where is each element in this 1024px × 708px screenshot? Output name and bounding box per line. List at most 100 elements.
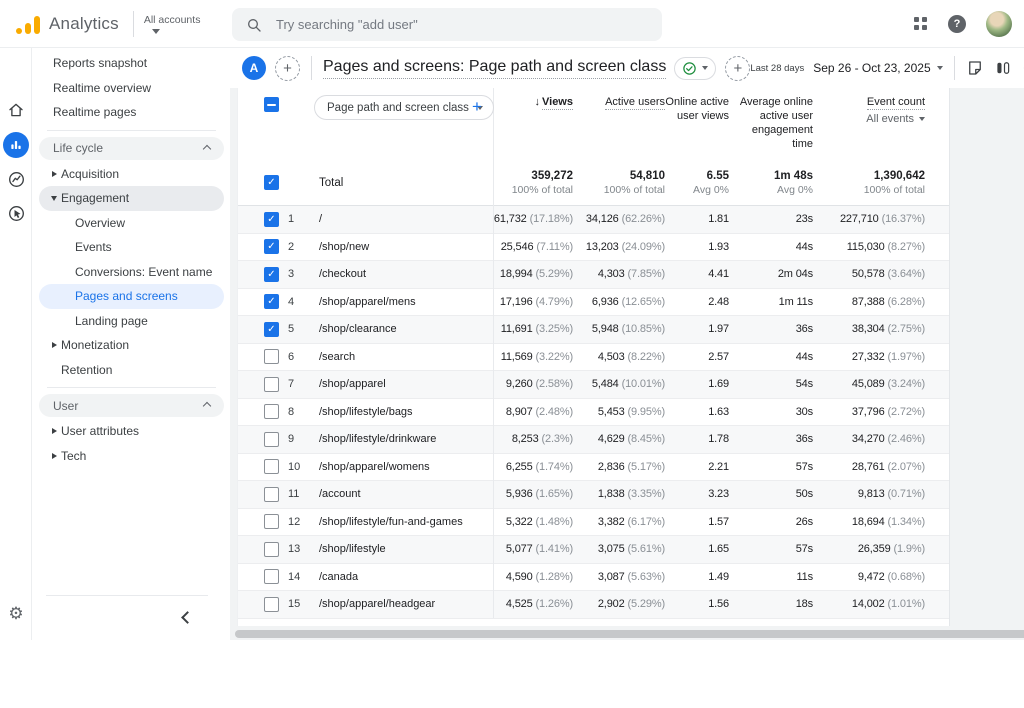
user-avatar[interactable] [986, 11, 1012, 37]
table-row: 15 /shop/apparel/headgear 4,525 (1.26%) … [238, 591, 949, 619]
admin-gear-icon[interactable]: ⚙ [0, 604, 32, 624]
row-checkbox[interactable] [264, 597, 279, 612]
sidebar-item[interactable]: Realtime overview [39, 76, 224, 101]
row-checkbox[interactable] [264, 239, 279, 254]
divider [46, 595, 208, 596]
search-input[interactable] [276, 17, 616, 32]
table-row: 2 /shop/new 25,546 (7.11%) 13,203 (24.09… [238, 234, 949, 262]
row-checkbox[interactable] [264, 349, 279, 364]
table-rows: 1 / 61,732 (17.18%) 34,126 (62.26%) 1.81… [238, 206, 949, 619]
row-checkbox[interactable] [264, 459, 279, 474]
sidebar-item[interactable]: Landing page [39, 309, 224, 334]
row-checkbox[interactable] [264, 267, 279, 282]
report-content: Page path and screen class + ↓Views Acti… [230, 88, 1024, 640]
reports-icon[interactable] [0, 132, 32, 158]
sidebar-item[interactable]: Life cycle [39, 137, 224, 160]
divider [39, 382, 224, 392]
row-checkbox[interactable] [264, 569, 279, 584]
dimension-selector[interactable]: Page path and screen class [314, 95, 494, 120]
total-checkbox[interactable] [264, 175, 279, 190]
caret-icon [47, 342, 61, 348]
sidebar-item[interactable]: Reports snapshot [39, 51, 224, 76]
sort-descending-icon: ↓ [535, 96, 541, 108]
sidebar-items: Reports snapshot Realtime overview Realt… [33, 51, 230, 468]
column-header-active-users[interactable]: Active users [573, 95, 665, 151]
sidebar-item[interactable]: Retention [39, 358, 224, 383]
search-bar[interactable] [232, 8, 662, 41]
caret-icon [47, 453, 61, 459]
horizontal-scrollbar[interactable] [235, 630, 1024, 638]
table-row: 6 /search 11,569 (3.22%) 4,503 (8.22%) 2… [238, 344, 949, 372]
table-row: 1 / 61,732 (17.18%) 34,126 (62.26%) 1.81… [238, 206, 949, 234]
caret-icon [47, 428, 61, 434]
sidebar-item[interactable]: Pages and screens [39, 284, 224, 309]
divider [133, 11, 134, 37]
row-checkbox[interactable] [264, 487, 279, 502]
add-dimension-button[interactable]: + [472, 97, 482, 117]
sidebar-item[interactable]: Monetization [39, 333, 224, 358]
row-checkbox[interactable] [264, 514, 279, 529]
column-header-online-active-user-views[interactable]: Online active user views [665, 95, 729, 151]
table-row: 7 /shop/apparel 9,260 (2.58%) 5,484 (10.… [238, 371, 949, 399]
select-all-checkbox[interactable] [264, 97, 279, 112]
sidebar-item[interactable]: Tech [39, 444, 224, 469]
help-icon[interactable]: ? [948, 15, 966, 33]
table-row: 12 /shop/lifestyle/fun-and-games 5,322 (… [238, 509, 949, 537]
row-checkbox[interactable] [264, 432, 279, 447]
caret-icon [47, 171, 61, 177]
home-icon[interactable] [0, 101, 32, 119]
report-status-pill[interactable] [674, 57, 716, 80]
divider [39, 125, 224, 135]
sidebar-item[interactable]: Acquisition [39, 162, 224, 187]
notes-icon[interactable] [966, 59, 985, 78]
column-header-event-count[interactable]: Event count All events [813, 95, 925, 151]
account-switcher[interactable]: All accounts [144, 14, 201, 34]
sidebar-item[interactable]: Conversions: Event name [39, 260, 224, 285]
advertising-icon[interactable] [0, 204, 32, 223]
chevron-down-icon [919, 117, 925, 121]
column-divider [493, 88, 494, 618]
sidebar-item[interactable]: Realtime pages [39, 100, 224, 125]
row-checkbox[interactable] [264, 212, 279, 227]
row-checkbox[interactable] [264, 404, 279, 419]
explore-icon[interactable] [0, 170, 32, 189]
row-checkbox[interactable] [264, 377, 279, 392]
sidebar-nav: Reports snapshot Realtime overview Realt… [33, 48, 230, 640]
caret-icon [47, 196, 61, 201]
chevron-up-icon [203, 402, 211, 410]
sidebar-item[interactable]: Engagement [39, 186, 224, 211]
column-header-views[interactable]: ↓Views [493, 95, 573, 151]
row-checkbox[interactable] [264, 294, 279, 309]
comparisons-icon[interactable] [994, 59, 1013, 78]
divider [311, 56, 312, 80]
date-range-selector[interactable]: Sep 26 - Oct 23, 2025 [813, 61, 942, 75]
table-header: Page path and screen class + ↓Views Acti… [238, 88, 949, 160]
sidebar-item[interactable]: User [39, 394, 224, 417]
collapse-sidebar-icon[interactable] [181, 611, 194, 624]
column-header-engagement-time[interactable]: Average online active user engagement ti… [729, 95, 813, 151]
sidebar-item[interactable]: Overview [39, 211, 224, 236]
row-checkbox[interactable] [264, 322, 279, 337]
chevron-up-icon [203, 144, 211, 152]
search-icon [246, 17, 262, 33]
table-row: 3 /checkout 18,994 (5.29%) 4,303 (7.85%)… [238, 261, 949, 289]
sidebar-item[interactable]: User attributes [39, 419, 224, 444]
page-title: Pages and screens: Page path and screen … [323, 58, 666, 79]
add-comparison-button[interactable]: + [275, 56, 300, 81]
event-filter-selector[interactable]: All events [866, 112, 925, 126]
sidebar-item[interactable]: Events [39, 235, 224, 260]
table-row: 14 /canada 4,590 (1.28%) 3,087 (5.63%) 1… [238, 564, 949, 592]
left-rail: ⚙ [0, 48, 32, 640]
reports-active-circle [3, 132, 29, 158]
apps-grid-icon[interactable] [914, 17, 928, 31]
chevron-down-icon [702, 66, 708, 70]
add-report-button[interactable]: + [725, 56, 750, 81]
row-checkbox[interactable] [264, 542, 279, 557]
table-row: 10 /shop/apparel/womens 6,255 (1.74%) 2,… [238, 454, 949, 482]
table-row: 13 /shop/lifestyle 5,077 (1.41%) 3,075 (… [238, 536, 949, 564]
top-bar: Analytics All accounts ? [0, 0, 1024, 48]
table-row: 8 /shop/lifestyle/bags 8,907 (2.48%) 5,4… [238, 399, 949, 427]
property-chip[interactable]: A [242, 56, 266, 80]
table-row: 4 /shop/apparel/mens 17,196 (4.79%) 6,93… [238, 289, 949, 317]
chevron-down-icon [152, 29, 160, 34]
